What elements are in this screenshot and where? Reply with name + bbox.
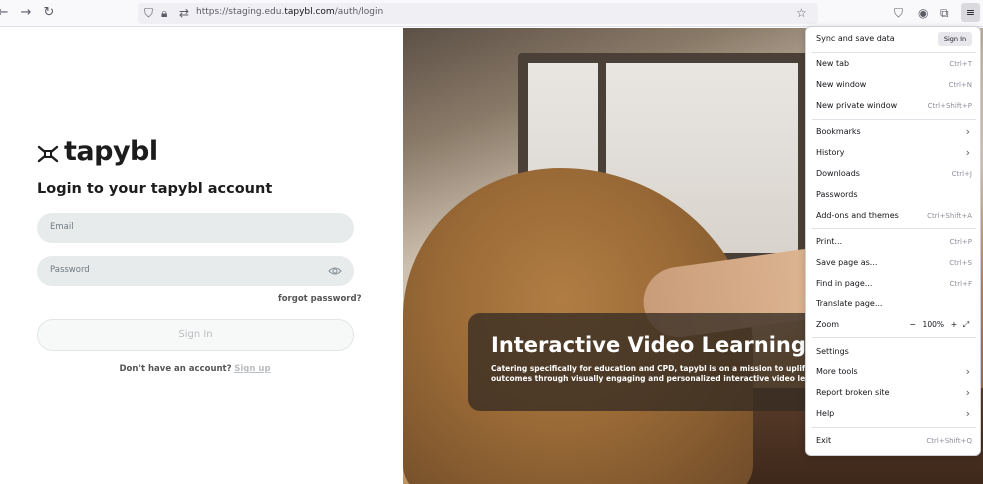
chevron-right-icon: ›: [965, 365, 970, 378]
menu-item-more-tools[interactable]: More tools ›: [816, 363, 972, 381]
hero-line-2: outcomes through visually engaging and p…: [491, 374, 811, 383]
menu-separator: [812, 228, 976, 229]
permissions-icon[interactable]: ⇄: [179, 5, 189, 21]
pocket-icon[interactable]: ⛉: [894, 5, 903, 21]
extensions-icon[interactable]: ⧉: [940, 5, 949, 21]
forgot-password-link[interactable]: forgot password?: [278, 294, 362, 304]
menu-item-find-in-page[interactable]: Find in page... Ctrl+F: [816, 275, 972, 293]
menu-item-translate-page[interactable]: Translate page...: [816, 295, 972, 313]
password-placeholder: Password: [50, 265, 90, 275]
sync-label: Sync and save data: [816, 34, 895, 43]
zoom-in-button[interactable]: +: [948, 316, 960, 334]
menu-separator: [812, 337, 976, 338]
menu-item-bookmarks[interactable]: Bookmarks ›: [816, 123, 972, 141]
menu-item-history[interactable]: History ›: [816, 144, 972, 162]
lock-icon[interactable]: 🔒︎: [161, 5, 167, 21]
chevron-right-icon: ›: [965, 146, 970, 159]
sign-in-button[interactable]: Sign In: [37, 319, 354, 351]
chevron-right-icon: ›: [965, 386, 970, 399]
eye-icon[interactable]: [328, 264, 342, 278]
sync-sign-in-button[interactable]: Sign In: [938, 32, 972, 46]
email-field[interactable]: Email: [37, 213, 354, 243]
hero-line-1: Catering specifically for education and …: [491, 364, 809, 373]
fullscreen-icon[interactable]: ⤢: [960, 316, 972, 334]
tapybl-logo-icon: [37, 145, 59, 163]
menu-separator: [812, 119, 976, 120]
app-menu-icon[interactable]: ≡: [961, 3, 980, 22]
menu-separator: [812, 427, 976, 428]
zoom-controls: −100% + ⤢: [907, 316, 972, 334]
back-icon[interactable]: ←: [0, 4, 12, 22]
email-placeholder: Email: [50, 222, 74, 232]
menu-item-exit[interactable]: Exit Ctrl+Shift+Q: [816, 432, 972, 450]
chevron-right-icon: ›: [965, 407, 970, 420]
brand-name: tapybl: [64, 136, 158, 167]
hero-description: Catering specifically for education and …: [491, 364, 821, 384]
url-bar[interactable]: ⛉ 🔒︎ ⇄ https://staging.edu.tapybl.com/au…: [138, 3, 818, 24]
menu-item-zoom: Zoom −100% + ⤢: [816, 316, 972, 334]
menu-item-settings[interactable]: Settings: [816, 343, 972, 361]
sync-item[interactable]: Sync and save data Sign In: [816, 30, 972, 48]
menu-item-print[interactable]: Print... Ctrl+P: [816, 233, 972, 251]
menu-item-downloads[interactable]: Downloads Ctrl+J: [816, 165, 972, 183]
menu-item-new-private-window[interactable]: New private window Ctrl+Shift+P: [816, 97, 972, 115]
url-text[interactable]: https://staging.edu.tapybl.com/auth/logi…: [196, 7, 383, 17]
hero-title: Interactive Video Learning.: [491, 333, 814, 357]
chevron-right-icon: ›: [965, 125, 970, 138]
menu-item-new-tab[interactable]: New tab Ctrl+T: [816, 55, 972, 73]
no-account-text: Don't have an account?: [119, 364, 232, 374]
page-title: Login to your tapybl account: [37, 181, 273, 197]
sign-in-label: Sign In: [178, 329, 213, 340]
app-menu: Sync and save data Sign In New tab Ctrl+T…: [805, 26, 981, 456]
account-icon[interactable]: ◉: [918, 5, 928, 21]
menu-item-passwords[interactable]: Passwords: [816, 186, 972, 204]
zoom-level[interactable]: 100%: [919, 316, 948, 334]
signup-row: Don't have an account? Sign up: [0, 364, 390, 374]
zoom-out-button[interactable]: −: [907, 316, 919, 334]
reload-icon[interactable]: ↻: [40, 4, 58, 22]
menu-item-help[interactable]: Help ›: [816, 405, 972, 423]
tracking-shield-icon[interactable]: ⛉: [144, 5, 153, 21]
menu-item-save-page[interactable]: Save page as... Ctrl+S: [816, 254, 972, 272]
forward-icon[interactable]: →: [17, 4, 35, 22]
menu-separator: [812, 52, 976, 53]
login-panel: tapybl Login to your tapybl account Emai…: [0, 28, 403, 484]
menu-item-addons[interactable]: Add-ons and themes Ctrl+Shift+A: [816, 207, 972, 225]
sign-up-link[interactable]: Sign up: [234, 364, 270, 374]
password-field[interactable]: Password: [37, 256, 354, 286]
bookmark-star-icon[interactable]: ☆: [796, 5, 807, 21]
browser-toolbar: ← → ↻ ⛉ 🔒︎ ⇄ https://staging.edu.tapybl.…: [0, 0, 983, 27]
menu-item-new-window[interactable]: New window Ctrl+N: [816, 76, 972, 94]
menu-item-report-broken-site[interactable]: Report broken site ›: [816, 384, 972, 402]
